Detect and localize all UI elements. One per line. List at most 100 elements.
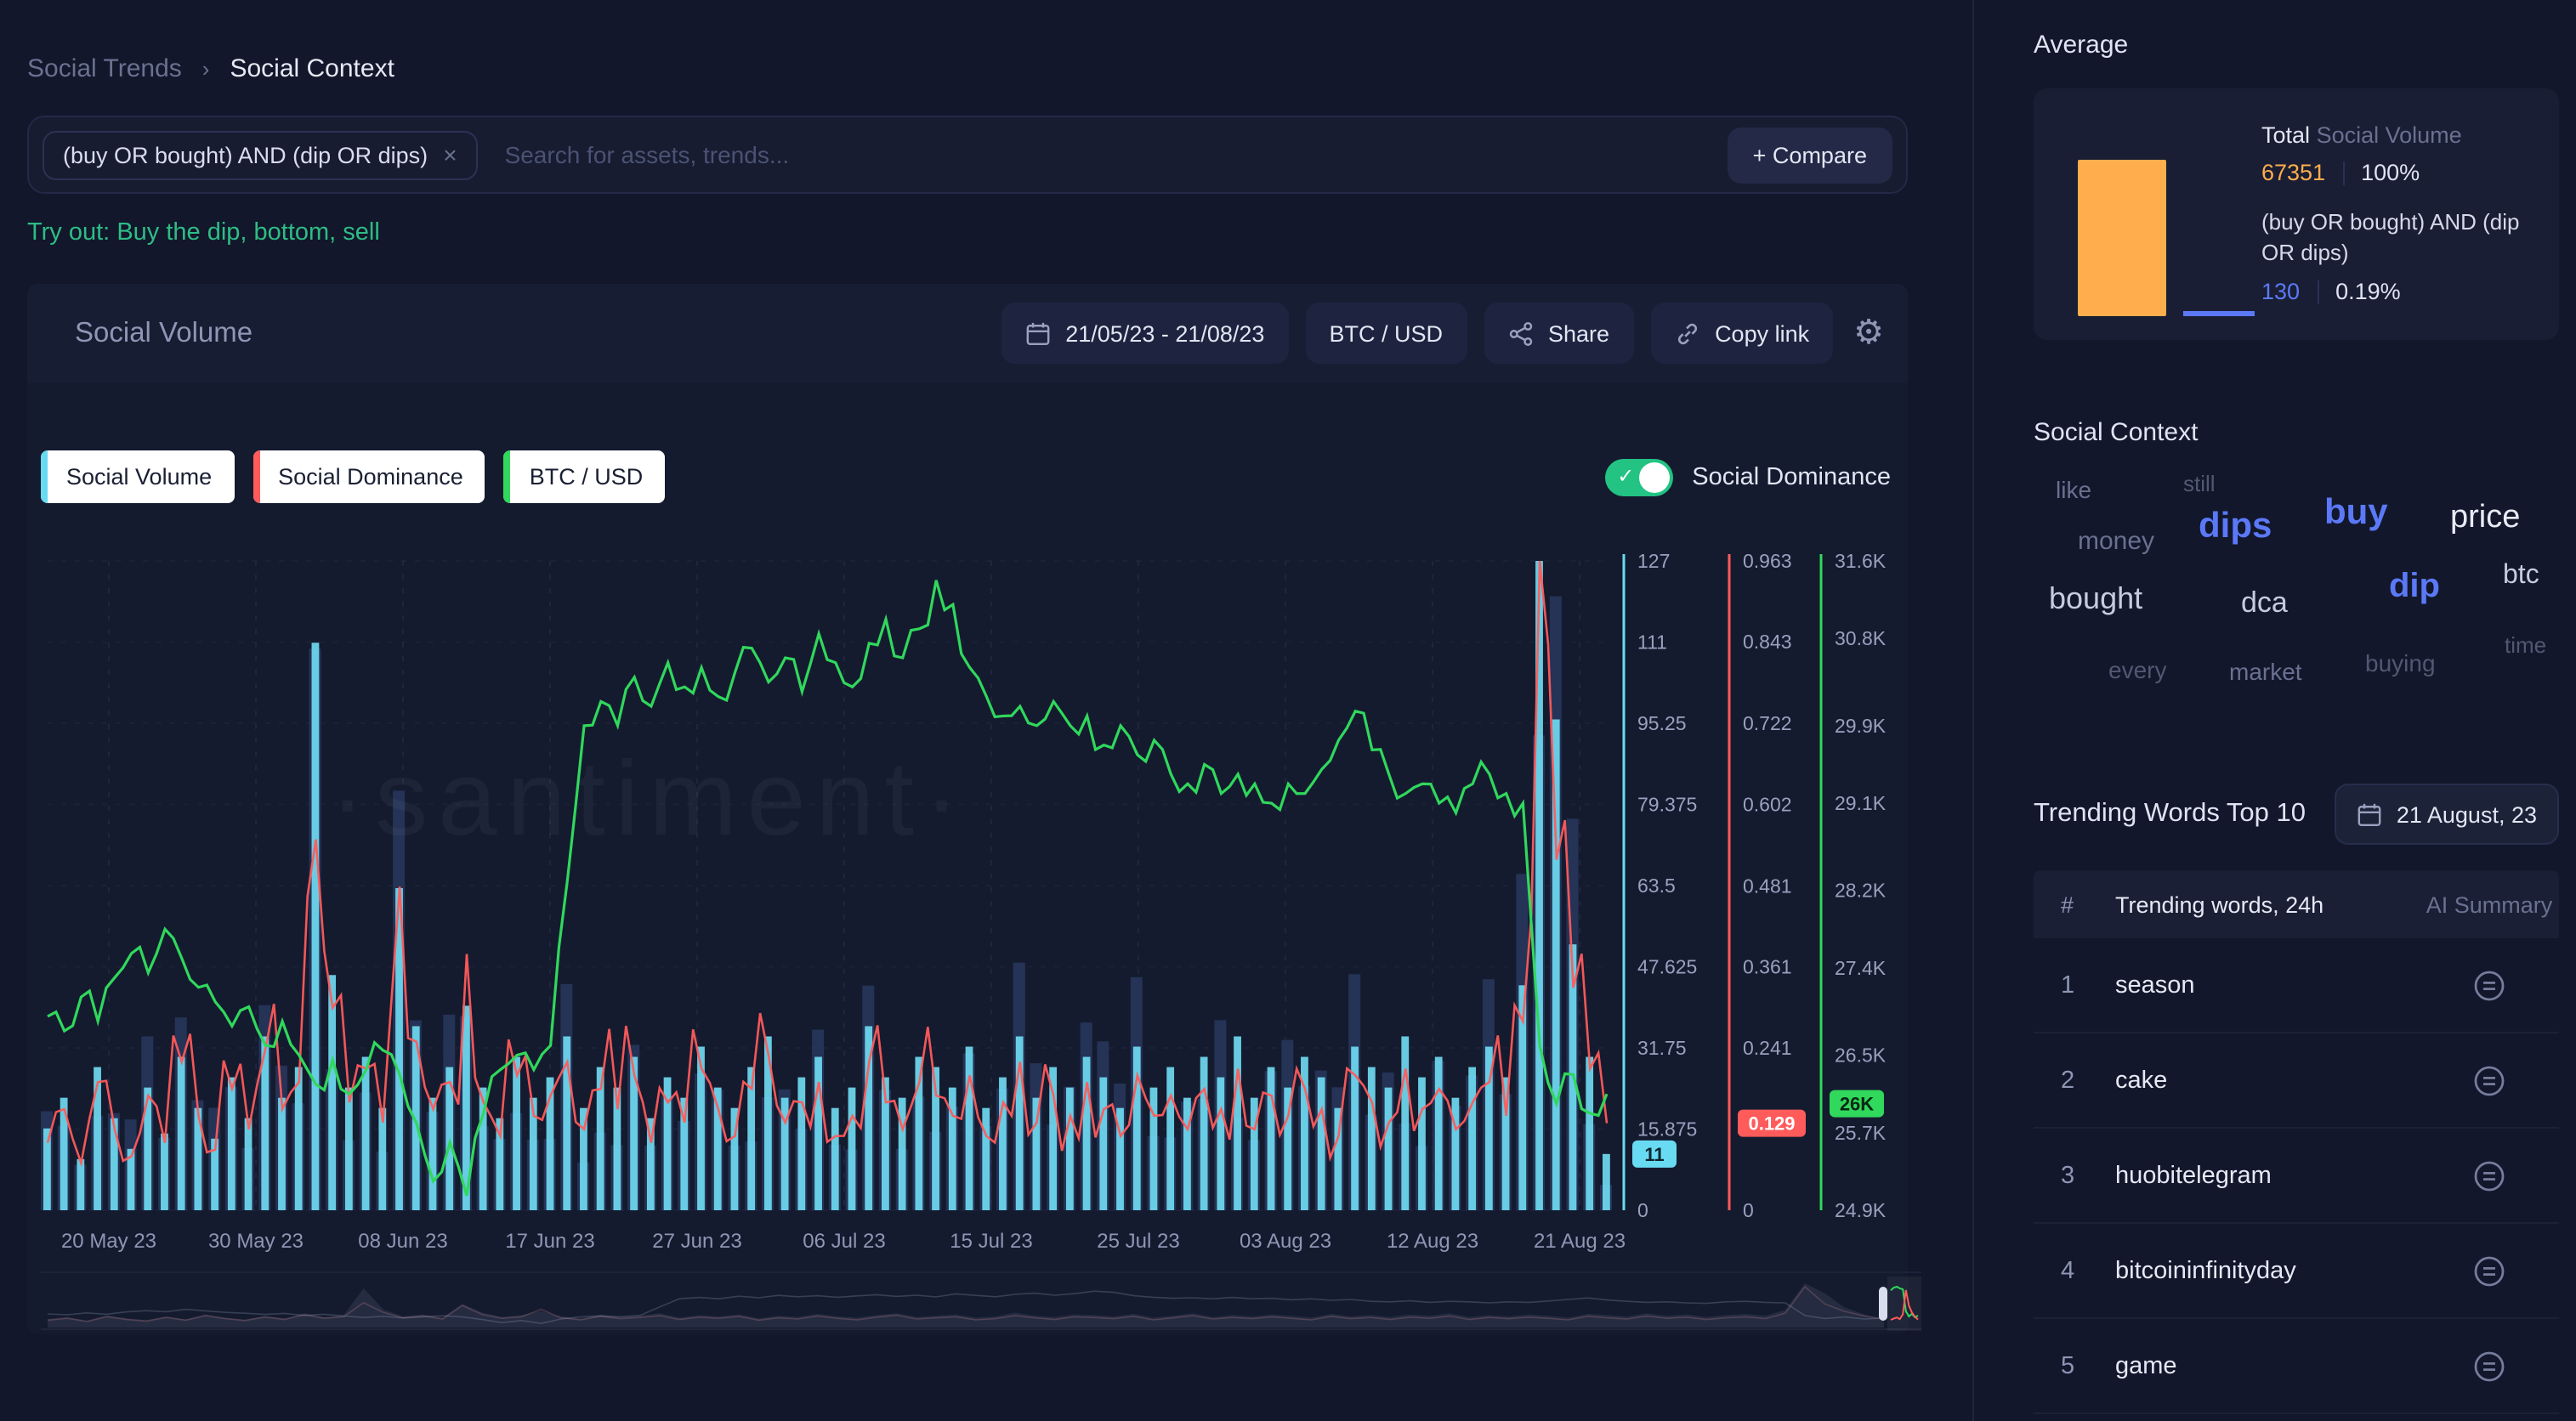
cloud-word-still[interactable]: still	[2183, 473, 2216, 495]
svg-text:27 Jun 23: 27 Jun 23	[652, 1230, 741, 1253]
timeline-navigator[interactable]	[41, 1271, 1921, 1334]
cloud-word-time[interactable]: time	[2505, 634, 2546, 656]
cloud-word-buying[interactable]: buying	[2365, 651, 2436, 675]
table-row[interactable]: 2cake	[2034, 1033, 2559, 1129]
legend-chip-social-dominance[interactable]: Social Dominance	[252, 450, 485, 503]
breadcrumb-parent[interactable]: Social Trends	[27, 54, 182, 83]
trending-date-button[interactable]: 21 August, 23	[2335, 784, 2559, 845]
trending-header: Trending Words Top 10 21 August, 23	[2034, 784, 2559, 845]
svg-text:25 Jul 23: 25 Jul 23	[1097, 1230, 1179, 1253]
row-rank: 5	[2034, 1352, 2115, 1379]
total-percent: 100%	[2361, 160, 2420, 185]
svg-text:0.129: 0.129	[1748, 1113, 1795, 1135]
svg-text:29.1K: 29.1K	[1835, 792, 1887, 814]
legend-color-bar	[252, 450, 259, 503]
cloud-word-buy[interactable]: buy	[2324, 495, 2388, 530]
table-row[interactable]: 1season	[2034, 938, 2559, 1033]
date-range-label: 21/05/23 - 21/08/23	[1065, 320, 1264, 346]
ai-summary-button[interactable]	[2472, 1063, 2506, 1097]
svg-text:0: 0	[1743, 1199, 1754, 1221]
main-content: Social Trends › Social Context (buy OR b…	[0, 0, 1972, 1421]
navigator-volume-area	[48, 1283, 1884, 1328]
svg-text:0.722: 0.722	[1743, 712, 1792, 734]
cloud-word-like[interactable]: like	[2056, 478, 2091, 501]
col-ai-summary: AI Summary	[2420, 892, 2559, 917]
try-out-label: Try out:	[27, 219, 110, 246]
legend-chip-social-volume[interactable]: Social Volume	[41, 450, 234, 503]
cloud-word-btc[interactable]: btc	[2503, 563, 2539, 590]
ai-summary-button[interactable]	[2472, 1158, 2506, 1192]
ai-summary-icon	[2472, 968, 2506, 1002]
legend-row: Social Volume Social Dominance BTC / USD ✓…	[41, 450, 1891, 503]
calendar-icon	[1024, 320, 1050, 346]
total-label: Total	[2261, 122, 2310, 148]
compare-button[interactable]: + Compare	[1728, 127, 1892, 183]
row-rank: 2	[2034, 1067, 2115, 1094]
copy-link-label: Copy link	[1715, 320, 1809, 346]
svg-text:0.361: 0.361	[1743, 956, 1792, 978]
calendar-icon	[2358, 801, 2383, 827]
share-label: Share	[1548, 320, 1609, 346]
pair-button[interactable]: BTC / USD	[1305, 303, 1467, 364]
search-input[interactable]	[502, 139, 1704, 170]
svg-text:28.2K: 28.2K	[1835, 880, 1887, 902]
try-out-row: Try out: Buy the dip, bottom, sell	[27, 219, 1908, 246]
table-row[interactable]: 5game	[2034, 1319, 2559, 1414]
ai-summary-button[interactable]	[2472, 1349, 2506, 1383]
cloud-word-dca[interactable]: dca	[2241, 588, 2288, 617]
trending-word[interactable]: bitcoininfinityday	[2115, 1257, 2420, 1284]
row-rank: 1	[2034, 971, 2115, 999]
main-chart[interactable]: 015.87531.7547.62563.579.37595.251111271…	[41, 544, 1921, 1265]
row-rank: 3	[2034, 1162, 2115, 1189]
col-rank: #	[2034, 892, 2115, 917]
cloud-word-dips[interactable]: dips	[2199, 508, 2272, 544]
ai-summary-button[interactable]	[2472, 968, 2506, 1002]
svg-text:0.241: 0.241	[1743, 1037, 1792, 1059]
copy-link-button[interactable]: Copy link	[1650, 303, 1833, 364]
cloud-word-every[interactable]: every	[2108, 658, 2166, 682]
trending-word[interactable]: season	[2115, 971, 2420, 999]
share-button[interactable]: Share	[1484, 303, 1633, 364]
ai-summary-button[interactable]	[2472, 1254, 2506, 1288]
dominance-toggle[interactable]: ✓	[1605, 458, 1673, 495]
legend-chip-label: Social Dominance	[278, 464, 463, 490]
cloud-word-dip[interactable]: dip	[2389, 569, 2440, 603]
table-row[interactable]: 4bitcoininfinityday	[2034, 1224, 2559, 1319]
svg-text:08 Jun 23: 08 Jun 23	[358, 1230, 447, 1253]
chart-panel: Social Volume 21/05/23 - 21/08/23 BTC / …	[27, 284, 1908, 1334]
close-icon[interactable]: ×	[443, 143, 457, 167]
svg-text:24.9K: 24.9K	[1835, 1199, 1887, 1221]
chart-panel-header: Social Volume 21/05/23 - 21/08/23 BTC / …	[27, 284, 1908, 382]
legend-chip-btc-usd[interactable]: BTC / USD	[504, 450, 666, 503]
settings-gear-icon[interactable]: ⚙	[1853, 316, 1884, 350]
trending-word[interactable]: huobitelegram	[2115, 1162, 2420, 1189]
query-chip[interactable]: (buy OR bought) AND (dip OR dips) ×	[43, 130, 478, 179]
date-range-button[interactable]: 21/05/23 - 21/08/23	[1001, 303, 1288, 364]
svg-text:63.5: 63.5	[1637, 875, 1676, 897]
breadcrumb-current: Social Context	[230, 54, 394, 83]
try-out-suggestions[interactable]: Buy the dip, bottom, sell	[116, 219, 380, 246]
svg-text:111: 111	[1637, 631, 1667, 654]
table-row[interactable]: 3huobitelegram	[2034, 1129, 2559, 1224]
cloud-word-bought[interactable]: bought	[2049, 583, 2142, 614]
toggle-label: Social Dominance	[1692, 463, 1891, 490]
sidebar: Average Total Social Volume 67351 100% (…	[1972, 0, 2576, 1421]
total-metric-label: Social Volume	[2317, 122, 2462, 148]
svg-text:15 Jul 23: 15 Jul 23	[950, 1230, 1032, 1253]
santiment-social-trends-app: Social Trends › Social Context (buy OR b…	[0, 0, 2576, 1421]
query-text: (buy OR bought) AND (dip OR dips)	[2261, 207, 2532, 267]
y-axes: 015.87531.7547.62563.579.37595.251111271…	[1624, 550, 1887, 1221]
col-words: Trending words, 24h	[2115, 892, 2420, 917]
cloud-word-price[interactable]: price	[2450, 501, 2520, 534]
cloud-word-money[interactable]: money	[2078, 529, 2154, 554]
trending-word[interactable]: game	[2115, 1352, 2420, 1379]
svg-text:79.375: 79.375	[1637, 794, 1697, 816]
svg-text:29.9K: 29.9K	[1835, 715, 1887, 737]
svg-text:0.481: 0.481	[1743, 875, 1792, 897]
cloud-word-market[interactable]: market	[2229, 660, 2302, 683]
svg-text:20 May 23: 20 May 23	[61, 1230, 156, 1253]
total-volume-bar	[2078, 160, 2166, 316]
trending-word[interactable]: cake	[2115, 1067, 2420, 1094]
legend-color-bar	[41, 450, 48, 503]
share-icon	[1507, 320, 1533, 346]
